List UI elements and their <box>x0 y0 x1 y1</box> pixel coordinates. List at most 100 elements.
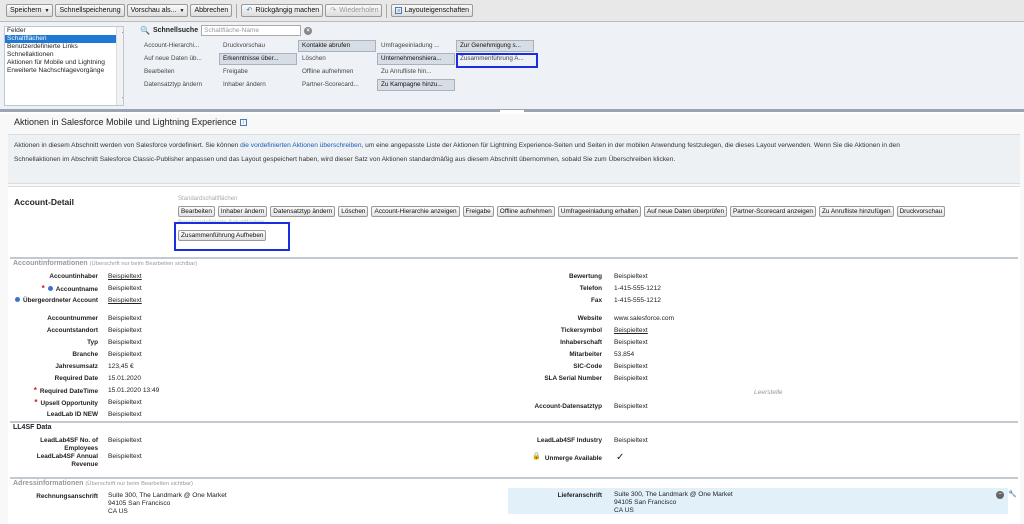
preview-as-button[interactable]: Vorschau als... ▼ <box>126 4 189 17</box>
standard-button[interactable]: Druckvorschau <box>896 206 946 217</box>
palette-button-item[interactable]: Inhaber ändern <box>219 79 297 91</box>
field-value[interactable]: Beispieltext <box>614 375 648 382</box>
field-label-text: Jahresumsatz <box>55 363 98 370</box>
field-value[interactable]: Beispieltext <box>108 285 142 292</box>
palette-button-item[interactable]: Auf neue Daten üb... <box>140 53 218 65</box>
standard-buttons-row: Bearbeiten Inhaber ändern Datensatztyp änd… <box>178 206 946 217</box>
blank-space[interactable]: Leerstelle <box>754 389 783 396</box>
field-value[interactable]: Beispieltext <box>108 351 142 358</box>
field-value-ll-revenue[interactable]: Beispieltext <box>108 453 142 460</box>
category-scrollbar[interactable]: ▲▼ <box>116 27 123 105</box>
field-value-billing[interactable]: Suite 300, The Landmark @ One Market 941… <box>108 492 227 516</box>
layout-properties-button[interactable]: ≡ Layouteigenschaften <box>391 4 474 17</box>
palette-button-item[interactable]: Zu Kampagne hinzu... <box>377 79 455 91</box>
palette-button-item[interactable]: Kontakte abrufen <box>298 40 376 52</box>
address-section-header[interactable]: Adressinformationen (Überschrift nur bei… <box>10 477 1018 488</box>
field-value[interactable]: Beispieltext <box>614 363 648 370</box>
field-label-text: Übergeordneter Account <box>22 297 98 304</box>
field-value[interactable]: Beispieltext <box>108 339 142 346</box>
scroll-up-icon[interactable]: ▲ <box>119 28 123 36</box>
standard-button[interactable]: Offline aufnehmen <box>496 206 555 217</box>
field-value[interactable]: Beispieltext <box>108 411 142 418</box>
palette-button-item[interactable]: Löschen <box>298 53 376 65</box>
standard-button[interactable]: Löschen <box>338 206 369 217</box>
field-label: * Accountname <box>10 285 98 294</box>
standard-button[interactable]: Auf neue Daten überprüfen <box>643 206 728 217</box>
quick-search-input[interactable]: Schaltfläche-Name <box>201 25 302 36</box>
palette-button-item[interactable]: Zu Anrufliste hin... <box>377 66 455 78</box>
field-value[interactable]: Beispieltext <box>108 399 142 406</box>
redo-button[interactable]: ↷ Wiederholen <box>325 4 383 17</box>
wrench-icon[interactable]: 🔧 <box>1008 491 1017 499</box>
ll4sf-section-header[interactable]: LL4SF Data <box>10 421 1018 432</box>
field-label-unmerge: Unmerge Available <box>544 455 602 462</box>
field-label-text: Upsell Opportunity <box>40 400 98 407</box>
field-value[interactable]: Beispieltext <box>614 273 648 280</box>
palette-button-item[interactable]: Bearbeiten <box>140 66 218 78</box>
clear-search-icon[interactable]: × <box>304 26 313 35</box>
standard-button[interactable]: Inhaber ändern <box>217 206 268 217</box>
unmerge-custom-button[interactable]: Zusammenführung Aufheben <box>178 230 267 241</box>
standard-button[interactable]: Umfrageeinladung erhalten <box>557 206 641 217</box>
field-value[interactable]: Beispieltext <box>614 327 648 334</box>
palette-resize-handle[interactable] <box>500 110 524 112</box>
palette-button-item[interactable]: Account-Hierarchi... <box>140 40 218 52</box>
palette-category-item[interactable]: Aktionen für Mobile und Lightning <box>5 59 123 67</box>
standard-button[interactable]: Partner-Scorecard anzeigen <box>730 206 816 217</box>
field-value[interactable]: Beispieltext <box>108 273 142 280</box>
remove-icon[interactable]: − <box>996 491 1004 499</box>
standard-button[interactable]: Datensatztyp ändern <box>270 206 336 217</box>
palette-button-item[interactable]: Zur Genehmigung s... <box>456 40 534 52</box>
field-value[interactable]: 15.01.2020 13:49 <box>108 387 159 394</box>
palette-category-list[interactable]: ▲▼ FelderSchaltflächenBenutzerdefinierte… <box>4 26 124 106</box>
field-value-ll-industry[interactable]: Beispieltext <box>614 437 648 444</box>
save-button[interactable]: Speichern ▼ <box>6 4 54 17</box>
field-value-shipping[interactable]: Suite 300, The Landmark @ One Market 941… <box>614 491 733 515</box>
quick-save-button[interactable]: Schnellspeicherung <box>55 4 125 17</box>
scroll-down-icon[interactable]: ▼ <box>119 96 123 104</box>
chevron-down-icon[interactable]: ▼ <box>45 8 50 14</box>
palette-button-item[interactable]: Zusammenführung A... <box>456 53 534 65</box>
field-value[interactable]: 1-415-555-1212 <box>614 297 661 304</box>
field-value[interactable]: Beispieltext <box>108 315 142 322</box>
palette-button-item[interactable]: Umfrageeinladung ... <box>377 40 455 52</box>
palette-button-item[interactable]: Datensatztyp ändern <box>140 79 218 91</box>
field-value[interactable]: 15.01.2020 <box>108 375 141 382</box>
account-info-section-header[interactable]: Accountinformationen (Überschrift nur be… <box>10 257 1018 268</box>
standard-button[interactable]: Freigabe <box>462 206 494 217</box>
palette-button-item[interactable]: Partner-Scorecard... <box>298 79 376 91</box>
cancel-button[interactable]: Abbrechen <box>190 4 233 17</box>
desc-text-3: Schnellaktionen im Abschnitt Salesforce … <box>14 156 676 163</box>
override-actions-link[interactable]: die vordefinierten Aktionen überschreibe… <box>240 142 361 149</box>
palette-category-item[interactable]: Benutzerdefinierte Links <box>5 43 123 51</box>
palette-category-item[interactable]: Schnellaktionen <box>5 51 123 59</box>
field-value[interactable]: 123,45 € <box>108 363 134 370</box>
info-icon[interactable]: i <box>239 119 247 127</box>
palette-category-item[interactable]: Erweiterte Nachschlagevorgänge <box>5 67 123 75</box>
palette-button-item[interactable]: Unternehmenshiera... <box>377 53 455 65</box>
toolbar-divider <box>236 3 238 18</box>
palette-button-item[interactable]: Druckvorschau <box>219 40 297 52</box>
field-value[interactable]: 1-415-555-1212 <box>614 285 661 292</box>
palette-button-item[interactable] <box>456 79 534 91</box>
field-value[interactable]: Beispieltext <box>108 297 142 304</box>
field-value-ll-employees[interactable]: Beispieltext <box>108 437 142 444</box>
palette-button-item[interactable]: Erkenntnisse über... <box>219 53 297 65</box>
chevron-down-icon[interactable]: ▼ <box>180 8 185 14</box>
checkmark-icon[interactable]: ✓ <box>616 452 624 463</box>
field-value[interactable]: Beispieltext <box>108 327 142 334</box>
standard-button[interactable]: Zu Anrufliste hinzufügen <box>818 206 894 217</box>
palette-button-item[interactable]: Freigabe <box>219 66 297 78</box>
field-value[interactable]: Beispieltext <box>614 339 648 346</box>
palette-button-item[interactable]: Offline aufnehmen <box>298 66 376 78</box>
field-value[interactable]: www.salesforce.com <box>614 315 674 322</box>
field-value[interactable]: Beispieltext <box>614 403 648 410</box>
field-value[interactable]: 53.854 <box>614 351 634 358</box>
palette-category-item[interactable]: Schaltflächen <box>5 35 123 43</box>
palette-button-item[interactable] <box>456 66 534 78</box>
standard-button[interactable]: Account-Hierarchie anzeigen <box>371 206 460 217</box>
palette-category-item[interactable]: Felder <box>5 27 123 35</box>
field-label-text: Accountinhaber <box>49 273 98 280</box>
undo-button[interactable]: ↶ Rückgängig machen <box>241 4 324 17</box>
standard-button[interactable]: Bearbeiten <box>178 206 215 217</box>
